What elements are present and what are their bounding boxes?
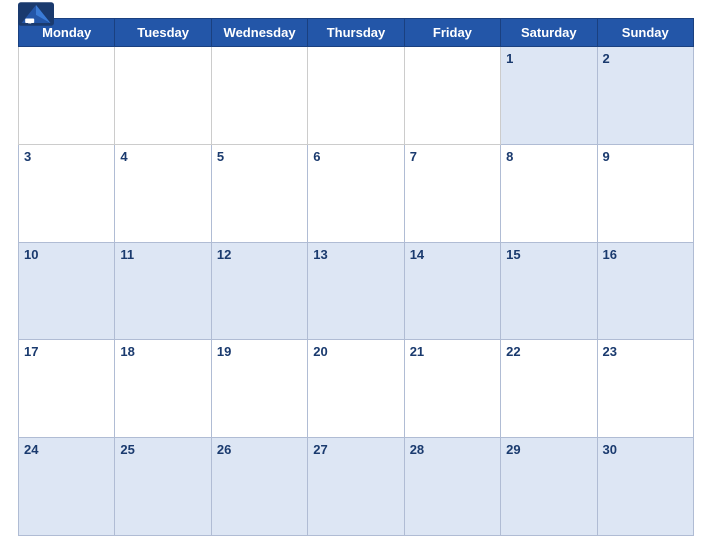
day-number: 2 <box>603 51 610 66</box>
calendar-day-7: 7 <box>404 144 500 242</box>
weekday-header-thursday: Thursday <box>308 19 404 47</box>
day-number: 20 <box>313 344 327 359</box>
calendar-day-4: 4 <box>115 144 211 242</box>
calendar-day-9: 9 <box>597 144 693 242</box>
day-number: 30 <box>603 442 617 457</box>
calendar-day-21: 21 <box>404 340 500 438</box>
day-number: 16 <box>603 247 617 262</box>
logo: G <box>18 2 54 26</box>
calendar-day-29: 29 <box>501 438 597 536</box>
calendar-table: MondayTuesdayWednesdayThursdayFridaySatu… <box>18 18 694 536</box>
day-number: 5 <box>217 149 224 164</box>
weekday-header-sunday: Sunday <box>597 19 693 47</box>
calendar-week-row: 3 4 5 6 7 8 9 <box>19 144 694 242</box>
day-number: 7 <box>410 149 417 164</box>
calendar-day-5: 5 <box>211 144 307 242</box>
day-number: 25 <box>120 442 134 457</box>
day-number: 10 <box>24 247 38 262</box>
calendar-day-17: 17 <box>19 340 115 438</box>
calendar-week-row: 12 <box>19 47 694 145</box>
day-number: 11 <box>120 247 134 262</box>
calendar-empty-cell <box>308 47 404 145</box>
calendar-day-1: 1 <box>501 47 597 145</box>
day-number: 6 <box>313 149 320 164</box>
day-number: 12 <box>217 247 231 262</box>
calendar-day-14: 14 <box>404 242 500 340</box>
day-number: 22 <box>506 344 520 359</box>
calendar-empty-cell <box>211 47 307 145</box>
calendar-day-11: 11 <box>115 242 211 340</box>
calendar-day-8: 8 <box>501 144 597 242</box>
day-number: 21 <box>410 344 424 359</box>
calendar-day-2: 2 <box>597 47 693 145</box>
day-number: 18 <box>120 344 134 359</box>
calendar-day-27: 27 <box>308 438 404 536</box>
day-number: 23 <box>603 344 617 359</box>
calendar-day-25: 25 <box>115 438 211 536</box>
day-number: 24 <box>24 442 38 457</box>
weekday-header-saturday: Saturday <box>501 19 597 47</box>
calendar-week-row: 10 11 12 13 14 15 16 <box>19 242 694 340</box>
calendar-day-12: 12 <box>211 242 307 340</box>
calendar-empty-cell <box>19 47 115 145</box>
day-number: 14 <box>410 247 424 262</box>
day-number: 27 <box>313 442 327 457</box>
calendar-day-10: 10 <box>19 242 115 340</box>
calendar-day-26: 26 <box>211 438 307 536</box>
calendar-day-28: 28 <box>404 438 500 536</box>
calendar-day-15: 15 <box>501 242 597 340</box>
day-number: 17 <box>24 344 38 359</box>
calendar-week-row: 24 25 26 27 28 29 30 <box>19 438 694 536</box>
calendar-day-23: 23 <box>597 340 693 438</box>
calendar-day-6: 6 <box>308 144 404 242</box>
weekday-header-row: MondayTuesdayWednesdayThursdayFridaySatu… <box>19 19 694 47</box>
calendar-day-20: 20 <box>308 340 404 438</box>
weekday-header-tuesday: Tuesday <box>115 19 211 47</box>
day-number: 28 <box>410 442 424 457</box>
day-number: 15 <box>506 247 520 262</box>
day-number: 4 <box>120 149 127 164</box>
calendar-day-24: 24 <box>19 438 115 536</box>
weekday-header-wednesday: Wednesday <box>211 19 307 47</box>
day-number: 9 <box>603 149 610 164</box>
calendar-day-13: 13 <box>308 242 404 340</box>
day-number: 29 <box>506 442 520 457</box>
calendar-day-18: 18 <box>115 340 211 438</box>
calendar-empty-cell <box>404 47 500 145</box>
calendar-day-19: 19 <box>211 340 307 438</box>
calendar-day-3: 3 <box>19 144 115 242</box>
day-number: 19 <box>217 344 231 359</box>
day-number: 13 <box>313 247 327 262</box>
svg-text:G: G <box>28 20 32 25</box>
day-number: 3 <box>24 149 31 164</box>
day-number: 8 <box>506 149 513 164</box>
calendar-empty-cell <box>115 47 211 145</box>
calendar-day-16: 16 <box>597 242 693 340</box>
weekday-header-friday: Friday <box>404 19 500 47</box>
calendar-day-22: 22 <box>501 340 597 438</box>
calendar-day-30: 30 <box>597 438 693 536</box>
day-number: 26 <box>217 442 231 457</box>
day-number: 1 <box>506 51 513 66</box>
calendar-week-row: 17 18 19 20 21 22 23 <box>19 340 694 438</box>
